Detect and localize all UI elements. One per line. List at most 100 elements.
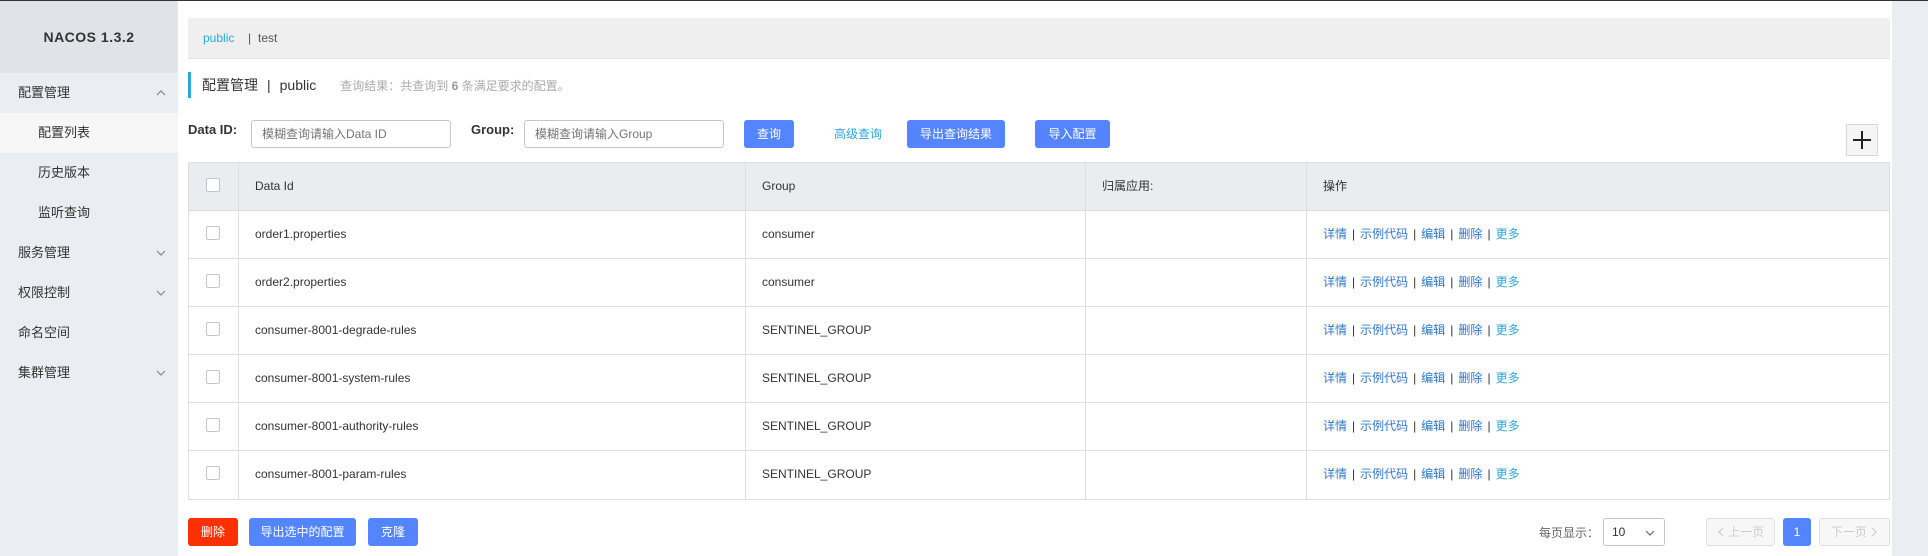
chevron-left-icon (1717, 527, 1724, 537)
sidebar-item-label: 服务管理 (18, 245, 71, 260)
column-header-group: Group (746, 163, 1086, 210)
action-separator: | (1450, 323, 1454, 337)
clone-button[interactable]: 克隆 (368, 518, 418, 546)
action-separator: | (1450, 419, 1454, 433)
more-link[interactable]: 更多 (1496, 371, 1520, 385)
actions-cell: 详情 | 示例代码 | 编辑 | 删除 | 更多 (1307, 451, 1889, 499)
more-link[interactable]: 更多 (1496, 467, 1520, 481)
delete-link[interactable]: 删除 (1458, 323, 1482, 337)
query-result-count: 6 (451, 79, 459, 93)
delete-button[interactable]: 删除 (188, 518, 238, 546)
detail-link[interactable]: 详情 (1323, 323, 1347, 337)
row-checkbox[interactable] (206, 322, 220, 336)
namespace-separator: | (248, 31, 252, 45)
row-checkbox[interactable] (206, 418, 220, 432)
detail-link[interactable]: 详情 (1323, 227, 1347, 241)
data-id-cell: consumer-8001-authority-rules (239, 403, 746, 450)
detail-link[interactable]: 详情 (1323, 275, 1347, 289)
action-separator: | (1487, 275, 1491, 289)
action-separator: | (1413, 419, 1417, 433)
sidebar-item-label: 权限控制 (18, 285, 71, 300)
action-separator: | (1352, 371, 1356, 385)
current-page-button[interactable]: 1 (1783, 518, 1811, 546)
sidebar-item-access-control[interactable]: 权限控制 (0, 273, 178, 313)
chevron-right-icon (1871, 527, 1878, 537)
row-select-cell (189, 307, 239, 354)
select-all-checkbox[interactable] (206, 178, 220, 192)
sample-code-link[interactable]: 示例代码 (1360, 419, 1408, 433)
row-checkbox[interactable] (206, 274, 220, 288)
namespace-public-link[interactable]: public (203, 18, 234, 58)
sample-code-link[interactable]: 示例代码 (1360, 323, 1408, 337)
sidebar-item-listener-query[interactable]: 监听查询 (0, 193, 178, 233)
detail-link[interactable]: 详情 (1323, 419, 1347, 433)
import-config-button[interactable]: 导入配置 (1035, 120, 1110, 148)
action-separator: | (1413, 275, 1417, 289)
action-separator: | (1450, 467, 1454, 481)
delete-link[interactable]: 删除 (1458, 467, 1482, 481)
next-page-button[interactable]: 下一页 (1819, 518, 1890, 546)
add-config-button[interactable] (1846, 124, 1878, 156)
detail-link[interactable]: 详情 (1323, 371, 1347, 385)
edit-link[interactable]: 编辑 (1421, 323, 1445, 337)
sample-code-link[interactable]: 示例代码 (1360, 467, 1408, 481)
namespace-test-link[interactable]: test (258, 18, 277, 58)
table-row: consumer-8001-authority-rules SENTINEL_GR… (189, 403, 1889, 451)
select-all-cell (189, 163, 239, 210)
more-link[interactable]: 更多 (1496, 323, 1520, 337)
edit-link[interactable]: 编辑 (1421, 227, 1445, 241)
delete-link[interactable]: 删除 (1458, 419, 1482, 433)
more-link[interactable]: 更多 (1496, 227, 1520, 241)
sidebar-item-namespace[interactable]: 命名空间 (0, 313, 178, 353)
sidebar-item-label: 集群管理 (18, 365, 71, 380)
edit-link[interactable]: 编辑 (1421, 419, 1445, 433)
more-link[interactable]: 更多 (1496, 419, 1520, 433)
sidebar-item-config-management[interactable]: 配置管理 (0, 73, 178, 113)
sidebar-item-label: 配置列表 (38, 125, 91, 140)
page-title: 配置管理 (202, 77, 258, 93)
prev-page-button[interactable]: 上一页 (1706, 518, 1775, 546)
column-header-actions: 操作 (1323, 179, 1348, 193)
row-checkbox[interactable] (206, 466, 220, 480)
action-separator: | (1413, 467, 1417, 481)
chevron-down-icon (156, 250, 166, 256)
table-row: consumer-8001-param-rules SENTINEL_GROUP 详… (189, 451, 1889, 499)
delete-link[interactable]: 删除 (1458, 227, 1482, 241)
edit-link[interactable]: 编辑 (1421, 371, 1445, 385)
sidebar-item-history[interactable]: 历史版本 (0, 153, 178, 193)
export-results-button[interactable]: 导出查询结果 (907, 120, 1005, 148)
sample-code-link[interactable]: 示例代码 (1360, 227, 1408, 241)
sample-code-link[interactable]: 示例代码 (1360, 371, 1408, 385)
page-namespace: public (279, 77, 317, 93)
actions-cell: 详情 | 示例代码 | 编辑 | 删除 | 更多 (1307, 307, 1889, 354)
sample-code-link[interactable]: 示例代码 (1360, 275, 1408, 289)
sidebar-item-config-list[interactable]: 配置列表 (0, 113, 178, 153)
row-checkbox[interactable] (206, 370, 220, 384)
plus-icon (1853, 131, 1871, 149)
query-button[interactable]: 查询 (744, 120, 794, 148)
action-separator: | (1352, 323, 1356, 337)
action-separator: | (1413, 371, 1417, 385)
data-id-cell: order1.properties (239, 211, 746, 258)
row-checkbox[interactable] (206, 226, 220, 240)
group-cell: SENTINEL_GROUP (746, 451, 1086, 499)
data-id-input[interactable] (251, 120, 451, 148)
next-page-label: 下一页 (1830, 525, 1867, 539)
row-select-cell (189, 355, 239, 402)
page-size-select[interactable]: 10 (1603, 518, 1665, 546)
sidebar-item-service-management[interactable]: 服务管理 (0, 233, 178, 273)
config-table: Data Id Group 归属应用: 操作 order1.properties… (188, 162, 1890, 500)
advanced-query-link[interactable]: 高级查询 (834, 120, 882, 148)
app-cell (1086, 259, 1307, 306)
delete-link[interactable]: 删除 (1458, 371, 1482, 385)
export-selected-button[interactable]: 导出选中的配置 (249, 518, 356, 546)
more-link[interactable]: 更多 (1496, 275, 1520, 289)
actions-cell: 详情 | 示例代码 | 编辑 | 删除 | 更多 (1307, 355, 1889, 402)
edit-link[interactable]: 编辑 (1421, 467, 1445, 481)
sidebar-item-cluster-management[interactable]: 集群管理 (0, 353, 178, 393)
group-cell: SENTINEL_GROUP (746, 307, 1086, 354)
detail-link[interactable]: 详情 (1323, 467, 1347, 481)
delete-link[interactable]: 删除 (1458, 275, 1482, 289)
group-input[interactable] (524, 120, 724, 148)
edit-link[interactable]: 编辑 (1421, 275, 1445, 289)
